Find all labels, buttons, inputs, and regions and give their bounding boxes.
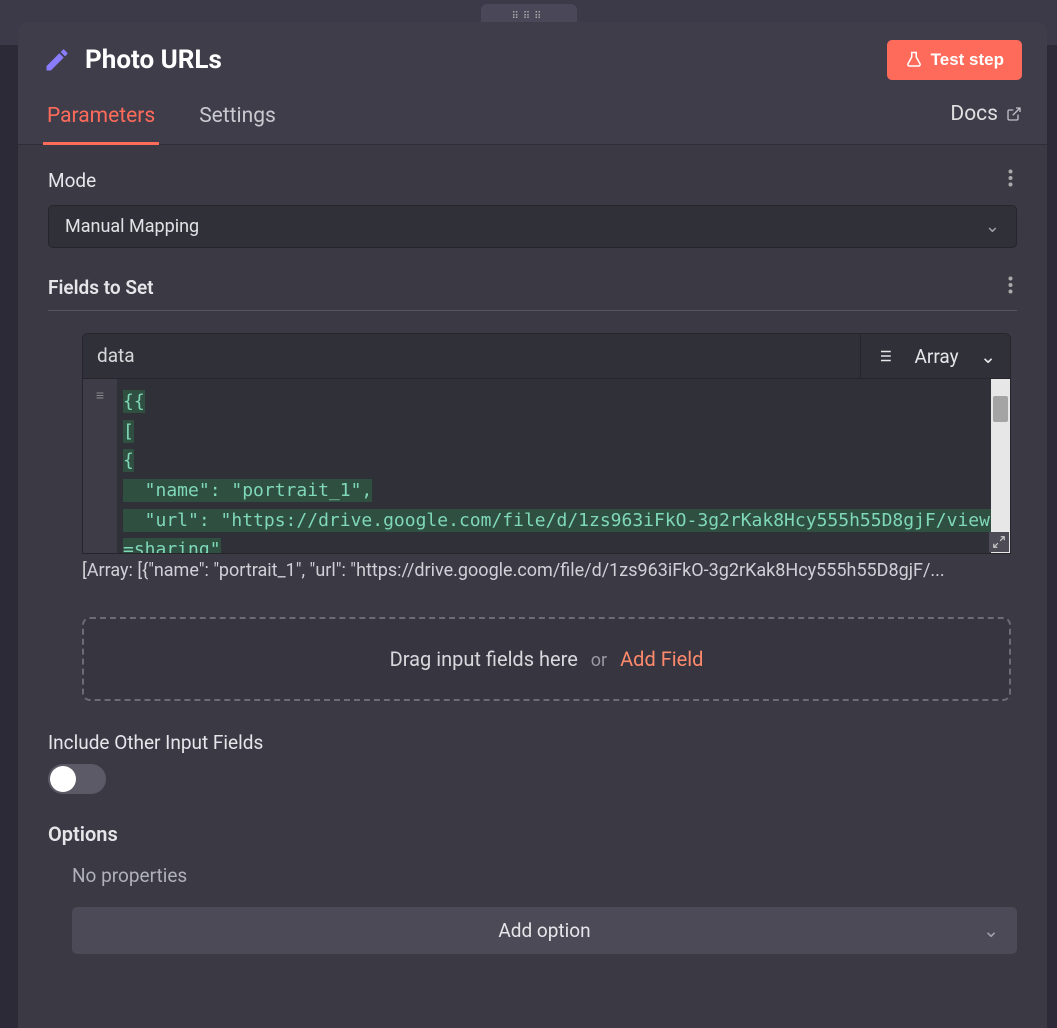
dropzone-or: or <box>591 650 607 671</box>
no-properties-text: No properties <box>72 864 1017 887</box>
field-name-input[interactable]: data <box>83 334 860 378</box>
panel-title: Photo URLs <box>85 45 222 75</box>
tab-settings[interactable]: Settings <box>195 96 280 144</box>
mode-select[interactable]: Manual Mapping ⌄ <box>48 205 1017 248</box>
tab-parameters[interactable]: Parameters <box>43 96 159 145</box>
dropzone-text: Drag input fields here <box>390 647 578 671</box>
expand-editor-button[interactable] <box>989 532 1009 552</box>
field-value-editor[interactable]: {{ [ { "name": "portrait_1", "url": "htt… <box>117 379 991 553</box>
external-link-icon <box>1006 106 1022 122</box>
expand-icon <box>992 535 1006 549</box>
add-field-dropzone[interactable]: Drag input fields here or Add Field <box>82 617 1011 701</box>
chevron-down-icon: ⌄ <box>980 345 996 368</box>
fields-to-set-label: Fields to Set <box>48 276 154 299</box>
docs-link[interactable]: Docs <box>950 102 1022 138</box>
flask-icon <box>905 51 923 69</box>
options-label: Options <box>48 822 1017 846</box>
field-drag-handle[interactable]: ≡ <box>83 379 117 553</box>
step-config-panel: Photo URLs Test step Parameters Settings… <box>18 22 1047 1028</box>
chevron-down-icon: ⌄ <box>985 216 1000 237</box>
fields-menu-button[interactable] <box>1004 272 1017 302</box>
test-step-button[interactable]: Test step <box>887 40 1022 80</box>
field-value-summary: [Array: [{"name": "portrait_1", "url": "… <box>82 560 1011 581</box>
mode-label: Mode <box>48 169 96 192</box>
mode-menu-button[interactable] <box>1004 165 1017 195</box>
include-other-toggle[interactable] <box>48 764 106 794</box>
chevron-down-icon: ⌄ <box>983 919 999 942</box>
add-option-select[interactable]: Add option ⌄ <box>72 907 1017 954</box>
dots-vertical-icon <box>1008 169 1013 187</box>
edit-icon <box>43 46 71 74</box>
dots-vertical-icon <box>1008 276 1013 294</box>
editor-scrollbar[interactable] <box>991 379 1010 553</box>
field-type-select[interactable]: Array ⌄ <box>860 334 1010 378</box>
add-field-link[interactable]: Add Field <box>620 647 703 671</box>
list-icon <box>875 347 893 365</box>
include-other-label: Include Other Input Fields <box>48 731 1017 754</box>
grip-icon: ≡ <box>96 387 104 553</box>
